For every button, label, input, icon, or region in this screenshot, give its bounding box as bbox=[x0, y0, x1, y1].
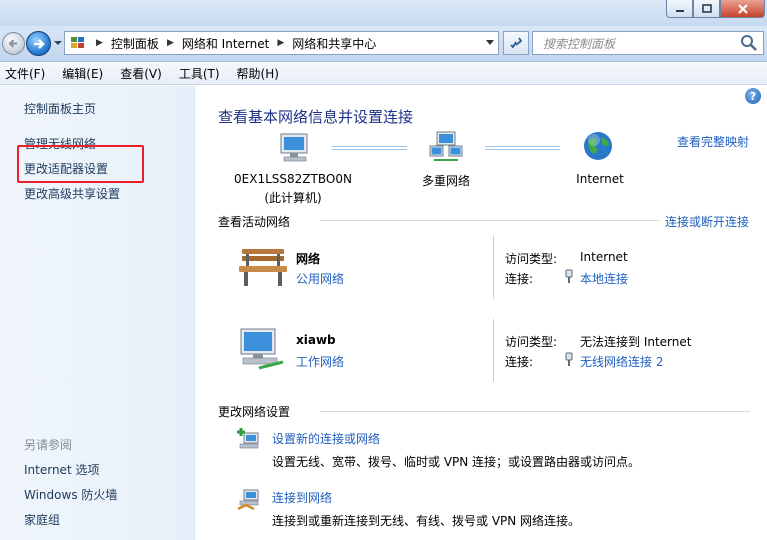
maximize-icon bbox=[701, 4, 712, 13]
breadcrumb-network-sharing-center[interactable]: 网络和共享中心 bbox=[292, 35, 376, 52]
control-panel-icon bbox=[68, 33, 88, 53]
windows-firewall-link[interactable]: Windows 防火墙 bbox=[24, 486, 117, 503]
minimize-button[interactable] bbox=[666, 0, 693, 18]
internet-options-link[interactable]: Internet 选项 bbox=[24, 461, 99, 478]
network-2-type-link[interactable]: 工作网络 bbox=[296, 353, 344, 370]
see-full-map-link[interactable]: 查看完整映射 bbox=[677, 133, 749, 150]
change-advanced-sharing-link[interactable]: 更改高级共享设置 bbox=[24, 185, 120, 202]
change-settings-header: 更改网络设置 bbox=[218, 405, 291, 419]
network-2-access-label: 访问类型: bbox=[505, 335, 558, 349]
connect-network-icon bbox=[237, 489, 259, 511]
vertical-divider bbox=[493, 319, 494, 382]
refresh-button[interactable] bbox=[503, 31, 529, 55]
search-input[interactable]: 搜索控制面板 bbox=[543, 35, 739, 52]
help-icon[interactable]: ? bbox=[745, 88, 761, 104]
connect-to-network-link[interactable]: 连接到网络 bbox=[272, 489, 332, 506]
section-divider bbox=[320, 411, 750, 412]
homegroup-link[interactable]: 家庭组 bbox=[24, 511, 60, 528]
multiple-networks-icon bbox=[429, 131, 463, 161]
left-navigation-pane: 控制面板主页 管理无线网络 更改适配器设置 更改高级共享设置 另请参阅 Inte… bbox=[0, 86, 195, 540]
highlight-box bbox=[17, 145, 144, 183]
setup-new-connection-description: 设置无线、宽带、拨号、临时或 VPN 连接；或设置路由器或访问点。 bbox=[272, 455, 641, 469]
breadcrumb-separator-icon: ▶ bbox=[96, 38, 103, 48]
network-1-type-link[interactable]: 公用网络 bbox=[296, 270, 344, 287]
network-1-connection-link[interactable]: 本地连接 bbox=[580, 270, 628, 287]
see-also-heading: 另请参阅 bbox=[24, 438, 73, 452]
refresh-icon bbox=[510, 37, 523, 49]
setup-new-connection-link[interactable]: 设置新的连接或网络 bbox=[272, 430, 380, 447]
connect-to-network-description: 连接到或重新连接到无线、有线、拨号或 VPN 网络连接。 bbox=[272, 514, 581, 528]
breadcrumb-separator-icon[interactable]: ▶ bbox=[167, 38, 174, 48]
search-box[interactable]: 搜索控制面板 bbox=[532, 31, 764, 55]
main-content: ? 查看基本网络信息并设置连接 查看完整映射 0EX1LSS82ZTBO0N (… bbox=[196, 86, 767, 540]
history-dropdown-icon[interactable] bbox=[53, 38, 63, 48]
globe-icon bbox=[584, 132, 612, 160]
control-panel-home-link[interactable]: 控制面板主页 bbox=[24, 100, 96, 117]
wireless-plug-icon bbox=[565, 352, 573, 366]
network-2-connection-label: 连接: bbox=[505, 355, 534, 369]
computer-icon bbox=[280, 133, 308, 162]
breadcrumb-network-internet[interactable]: 网络和 Internet bbox=[182, 35, 269, 52]
address-bar[interactable]: ▶ 控制面板 ▶ 网络和 Internet ▶ 网络和共享中心 bbox=[64, 31, 499, 55]
navigation-bar: ▶ 控制面板 ▶ 网络和 Internet ▶ 网络和共享中心 搜索控制面板 bbox=[0, 26, 767, 62]
menu-help[interactable]: 帮助(H) bbox=[232, 65, 284, 82]
network-2-connection-link[interactable]: 无线网络连接 2 bbox=[580, 353, 663, 370]
new-connection-icon bbox=[237, 428, 259, 449]
network-2-name: xiawb bbox=[296, 333, 336, 347]
forward-arrow-icon bbox=[33, 38, 45, 49]
network-2-access-value: 无法连接到 Internet bbox=[580, 335, 692, 349]
network-1-connection-label: 连接: bbox=[505, 272, 534, 286]
page-title: 查看基本网络信息并设置连接 bbox=[218, 108, 414, 126]
menu-tools[interactable]: 工具(T) bbox=[174, 65, 225, 82]
back-button[interactable] bbox=[2, 32, 25, 55]
network-1-access-label: 访问类型: bbox=[505, 252, 558, 266]
network-1-name: 网络 bbox=[296, 252, 321, 266]
close-button[interactable] bbox=[720, 0, 765, 18]
search-icon[interactable] bbox=[739, 33, 759, 53]
computer-node[interactable]: 0EX1LSS82ZTBO0N (此计算机) bbox=[223, 172, 363, 206]
breadcrumb-separator-icon[interactable]: ▶ bbox=[277, 38, 284, 48]
network-1-access-value: Internet bbox=[580, 250, 628, 264]
forward-button[interactable] bbox=[26, 31, 51, 56]
work-network-icon bbox=[240, 328, 284, 370]
address-dropdown-icon[interactable] bbox=[486, 40, 494, 45]
title-bar bbox=[0, 0, 767, 26]
window-controls bbox=[666, 0, 765, 18]
back-arrow-icon bbox=[8, 39, 17, 48]
breadcrumb: ▶ 控制面板 ▶ 网络和 Internet ▶ 网络和共享中心 bbox=[88, 35, 376, 52]
section-divider bbox=[320, 220, 660, 221]
connect-disconnect-link[interactable]: 连接或断开连接 bbox=[665, 213, 749, 230]
menu-edit[interactable]: 编辑(E) bbox=[57, 65, 108, 82]
computer-name: 0EX1LSS82ZTBO0N bbox=[234, 172, 352, 186]
vertical-divider bbox=[493, 236, 494, 299]
menu-file[interactable]: 文件(F) bbox=[0, 65, 50, 82]
connection-line bbox=[332, 146, 407, 150]
minimize-icon bbox=[675, 9, 684, 12]
internet-node[interactable]: Internet bbox=[560, 172, 640, 186]
breadcrumb-control-panel[interactable]: 控制面板 bbox=[111, 35, 159, 52]
maximize-button[interactable] bbox=[693, 0, 720, 18]
menu-bar: 文件(F) 编辑(E) 查看(V) 工具(T) 帮助(H) bbox=[0, 63, 767, 85]
ethernet-plug-icon bbox=[565, 269, 573, 283]
multiple-networks-node[interactable]: 多重网络 bbox=[406, 172, 486, 189]
computer-subtitle: (此计算机) bbox=[264, 191, 322, 205]
close-icon bbox=[737, 3, 748, 14]
menu-view[interactable]: 查看(V) bbox=[115, 65, 167, 82]
connection-line bbox=[485, 146, 560, 150]
bench-icon bbox=[239, 249, 287, 286]
active-networks-header: 查看活动网络 bbox=[218, 215, 291, 229]
